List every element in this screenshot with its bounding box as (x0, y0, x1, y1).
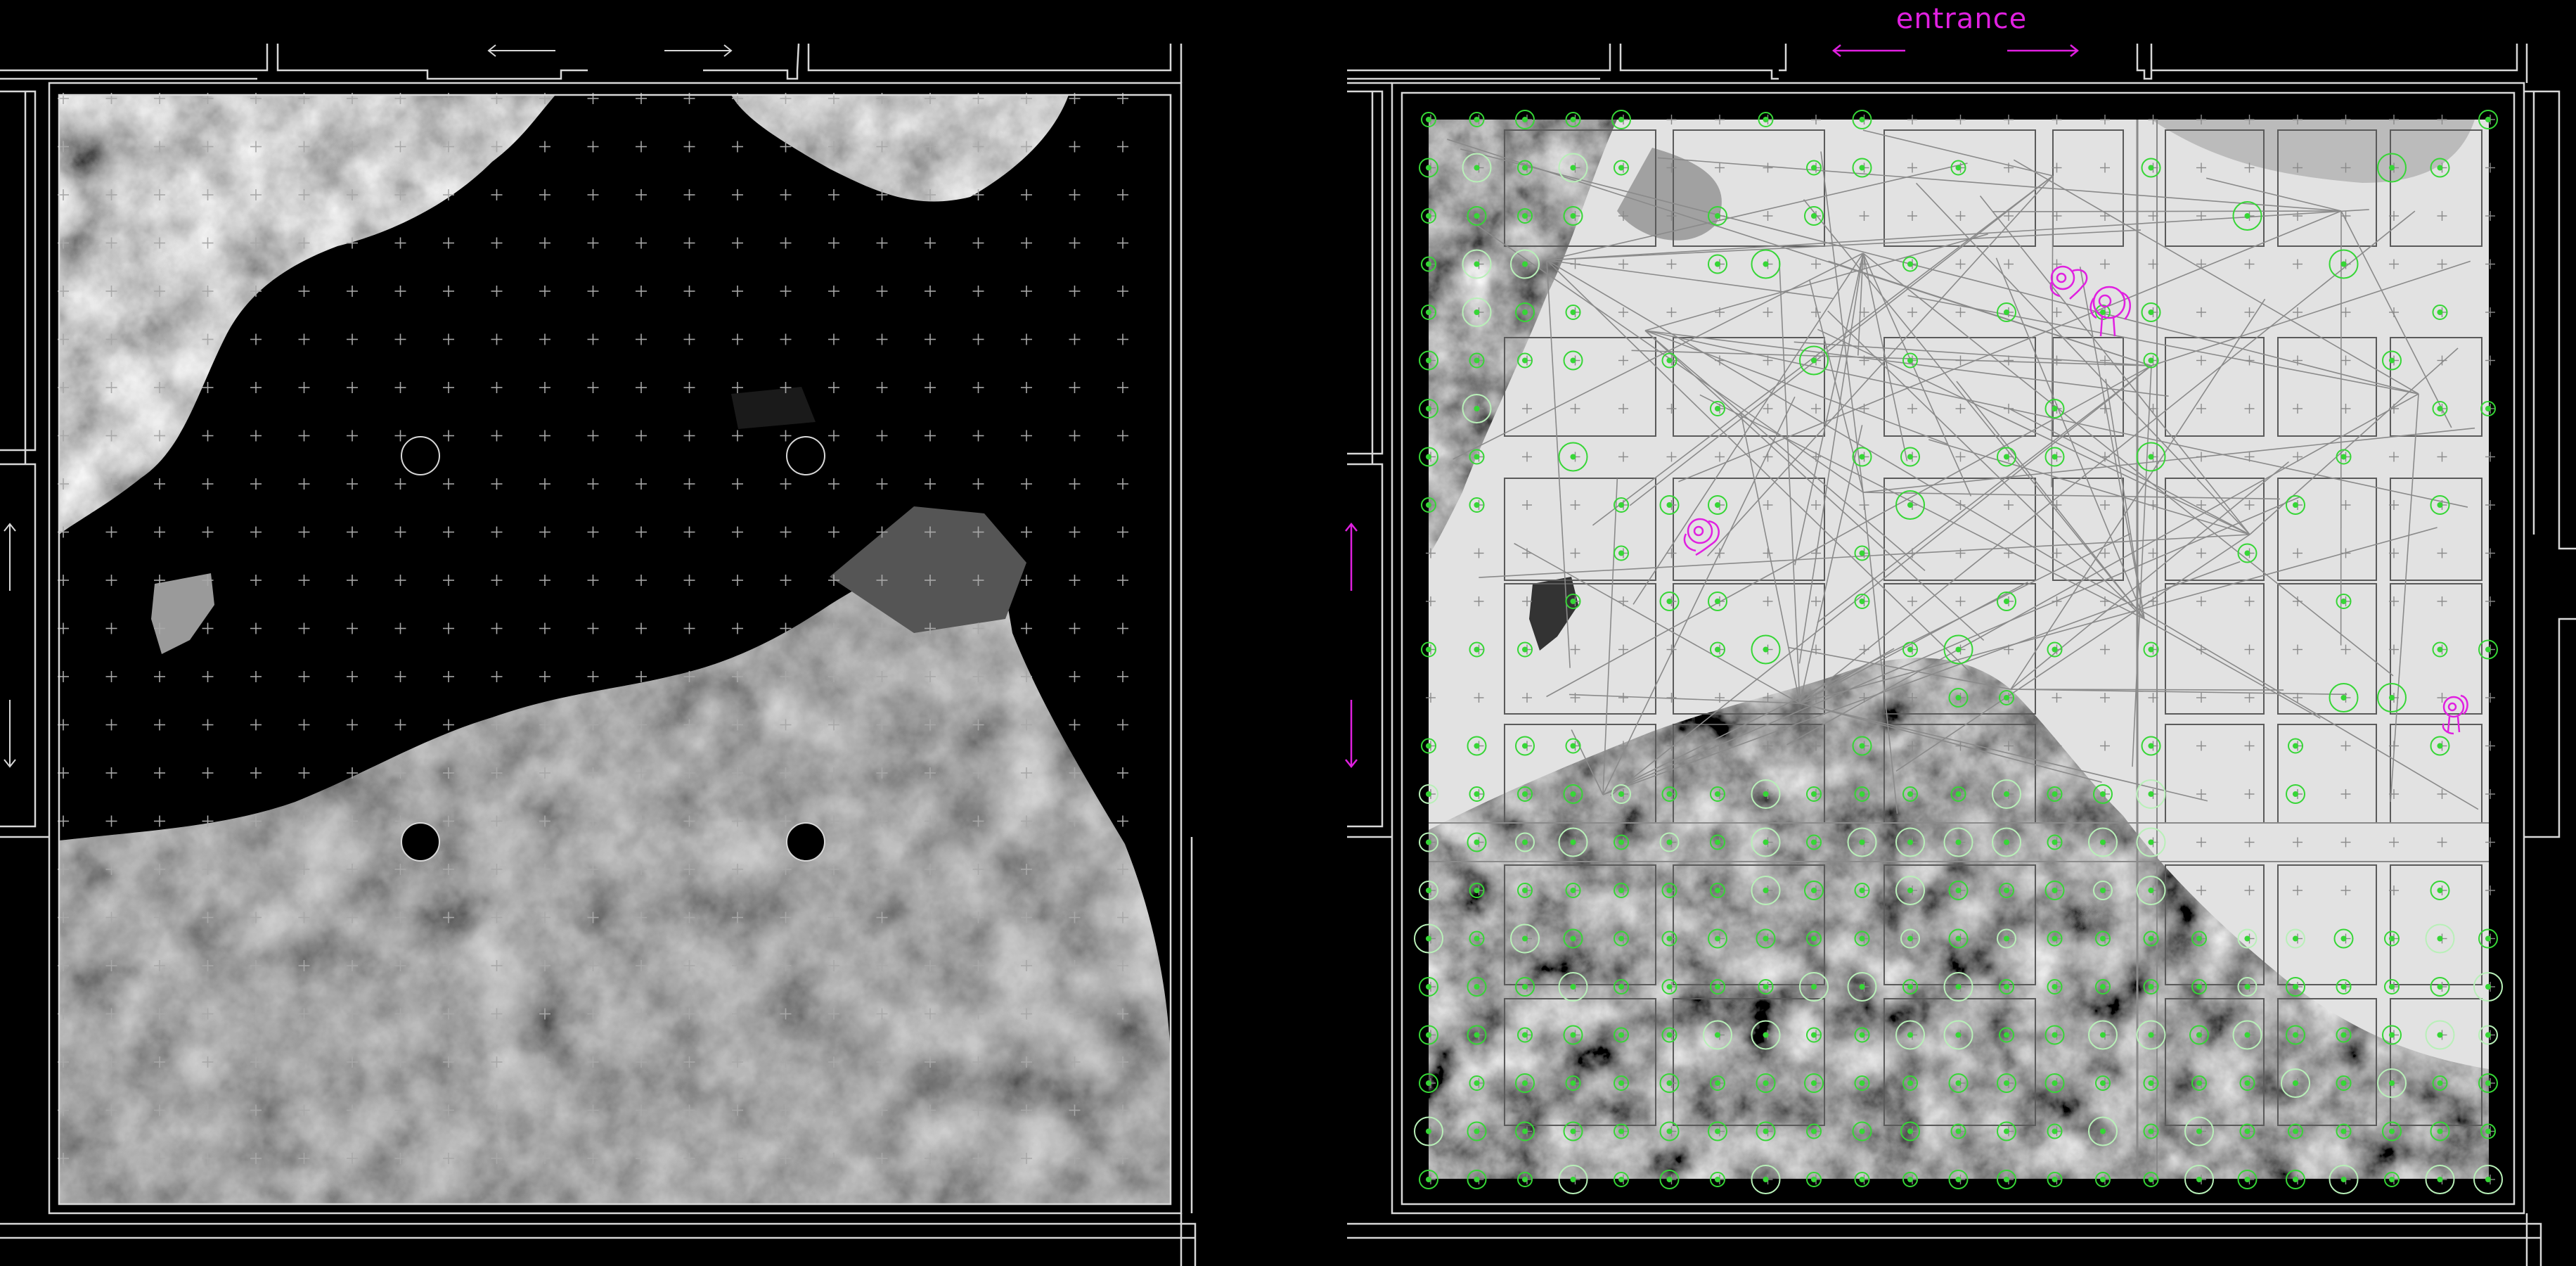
left-plan-terrain (59, 95, 1171, 1204)
column-icon (786, 822, 825, 862)
floor-plan-drawing: entrance (0, 0, 2576, 1266)
entrance-label: entrance (1896, 3, 2028, 35)
column-icon (401, 822, 440, 862)
network-line (1992, 210, 2342, 212)
